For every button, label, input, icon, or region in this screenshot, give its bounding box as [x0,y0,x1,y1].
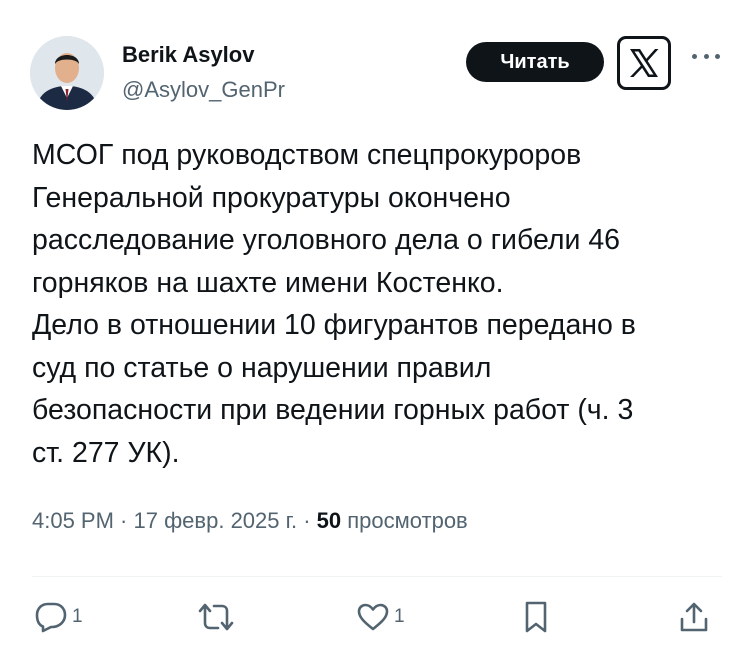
share-button[interactable] [678,600,710,634]
bookmark-button[interactable] [521,600,551,634]
avatar-photo [30,36,104,110]
meta-separator: · [297,508,317,533]
tweet-date[interactable]: 17 февр. 2025 г. [134,508,298,533]
views-count: 50 [316,508,342,533]
author-name[interactable]: Berik Asylov [122,42,254,68]
reply-button[interactable]: 1 [34,600,83,634]
heart-icon [357,603,389,631]
retweet-button[interactable] [196,600,240,634]
divider [32,576,722,577]
retweet-icon [198,603,234,631]
bookmark-icon [525,601,547,633]
tweet-time[interactable]: 4:05 PM [32,508,114,533]
like-count: 1 [394,606,405,627]
avatar[interactable] [30,36,104,110]
read-button[interactable]: Читать [466,42,604,82]
meta-separator: · [113,508,134,533]
views-label: просмотров [347,508,468,533]
x-logo-icon[interactable] [617,36,671,90]
tweet-meta: 4:05 PM · 17 февр. 2025 г. · 50 просмотр… [32,508,468,534]
like-button[interactable]: 1 [356,600,405,634]
reply-count: 1 [72,606,83,627]
more-icon[interactable] [688,44,724,68]
author-handle[interactable]: @Asylov_GenPr [122,77,285,103]
share-icon [680,602,708,632]
tweet-text: МСОГ под руководством спецпрокуроров Ген… [32,139,636,469]
reply-icon [35,602,67,633]
